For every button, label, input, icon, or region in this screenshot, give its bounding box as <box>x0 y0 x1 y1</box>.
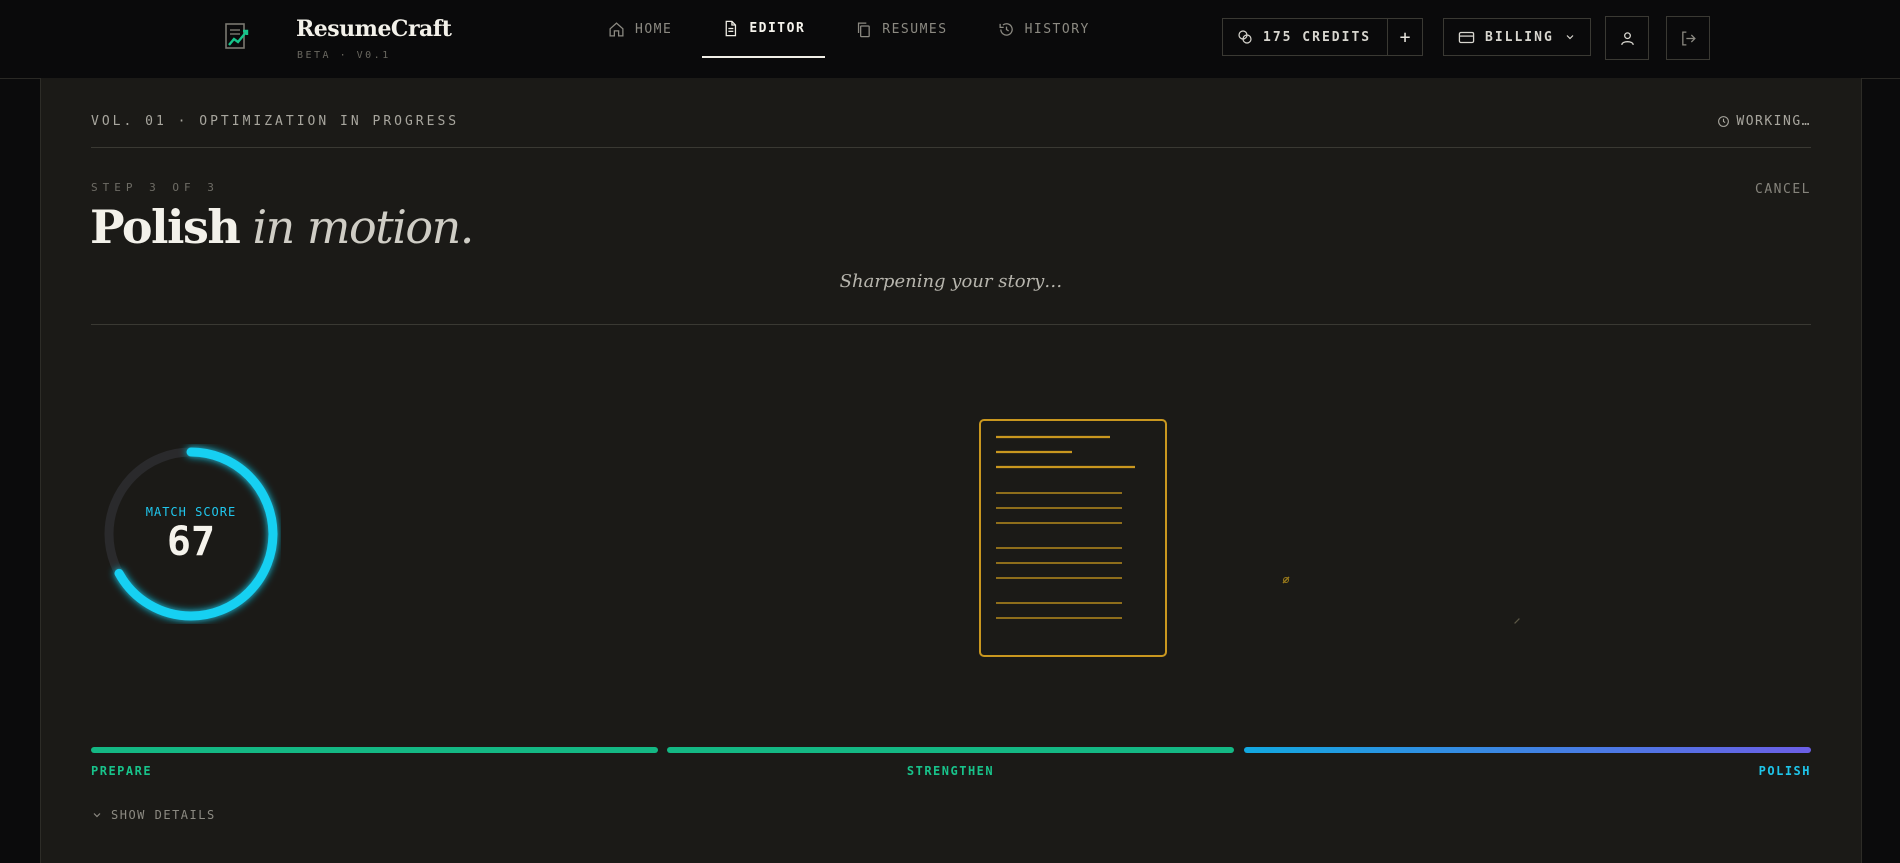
coins-icon <box>1238 30 1252 44</box>
credits-button[interactable]: 175 CREDITS <box>1223 19 1389 55</box>
show-details-label: SHOW DETAILS <box>111 808 216 822</box>
credits-label: 175 CREDITS <box>1263 29 1372 45</box>
nav-resumes-label: RESUMES <box>882 21 948 37</box>
credits-group: 175 CREDITS + <box>1222 18 1424 56</box>
cancel-button[interactable]: CANCEL <box>1755 182 1811 197</box>
profile-button[interactable] <box>1605 16 1649 60</box>
step-indicator: STEP 3 OF 3 <box>91 181 219 194</box>
working-status-label: WORKING… <box>1736 114 1811 129</box>
match-score-value: 67 <box>166 519 216 565</box>
main-nav: HOME EDITOR RESUMES HISTORY <box>588 0 1110 78</box>
optimization-panel: VOL. 01 · OPTIMIZATION IN PROGRESS WORKI… <box>40 78 1862 863</box>
clock-icon <box>1718 116 1730 127</box>
nav-history-label: HISTORY <box>1024 21 1090 37</box>
chevron-down-icon <box>93 813 101 818</box>
divider <box>91 147 1811 148</box>
home-icon <box>609 21 624 37</box>
show-details-toggle[interactable]: SHOW DETAILS <box>91 808 216 822</box>
title-italic: in motion. <box>252 200 474 254</box>
working-status: WORKING… <box>1717 114 1811 129</box>
progress-segment-strengthen <box>667 747 1234 753</box>
nav-editor[interactable]: EDITOR <box>702 0 826 58</box>
resume-chart-icon[interactable] <box>222 22 252 52</box>
user-icon <box>1620 31 1634 45</box>
document-icon <box>725 20 737 36</box>
progress-segment-polish <box>1244 747 1811 753</box>
status-subtitle: Sharpening your story… <box>839 271 1063 292</box>
app-name[interactable]: ResumeCraft <box>296 16 452 42</box>
volume-label: VOL. 01 · OPTIMIZATION IN PROGRESS <box>91 114 460 129</box>
title-bold: Polish <box>90 200 241 254</box>
top-bar: ResumeCraft BETA · V0.1 HOME EDITOR RESU… <box>0 0 1900 79</box>
chevron-down-icon <box>1566 35 1574 40</box>
stage-label-polish: POLISH <box>1758 764 1811 778</box>
credit-card-icon <box>1458 31 1475 43</box>
copy-icon <box>858 21 871 37</box>
progress-segment-prepare <box>91 747 658 753</box>
nav-editor-label: EDITOR <box>749 20 806 36</box>
app-version: BETA · V0.1 <box>297 50 391 61</box>
document-illustration <box>979 419 1167 657</box>
divider <box>91 324 1811 325</box>
stage-label-prepare: PREPARE <box>91 764 153 778</box>
history-icon <box>999 22 1013 36</box>
sparkle-icon <box>1514 618 1520 624</box>
page-title: Polish in motion. <box>90 200 474 254</box>
match-score-label: MATCH SCORE <box>145 505 237 519</box>
sparkle-icon <box>1282 576 1290 584</box>
logout-button[interactable] <box>1666 16 1710 60</box>
nav-resumes[interactable]: RESUMES <box>835 0 967 58</box>
logout-icon <box>1681 30 1696 46</box>
add-credits-button[interactable]: + <box>1388 19 1422 55</box>
billing-label: BILLING <box>1485 29 1554 45</box>
nav-home-label: HOME <box>635 21 673 37</box>
billing-dropdown[interactable]: BILLING <box>1443 18 1591 56</box>
nav-history[interactable]: HISTORY <box>978 0 1110 58</box>
stage-label-strengthen: STRENGTHEN <box>906 764 995 778</box>
nav-home[interactable]: HOME <box>588 0 692 58</box>
